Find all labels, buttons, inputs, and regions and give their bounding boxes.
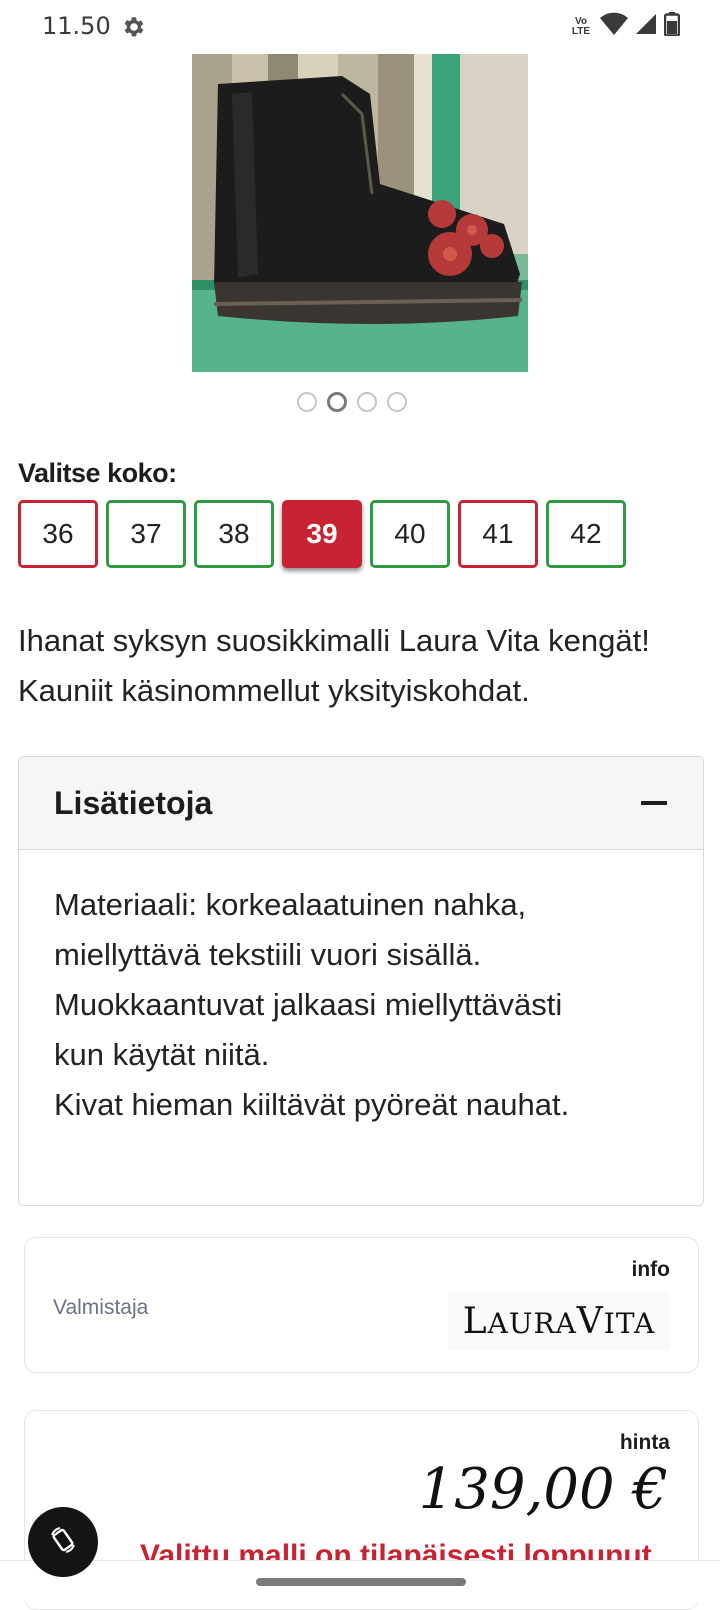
home-gesture-pill[interactable] <box>256 1578 466 1586</box>
details-line: miellyttävä tekstiili vuori sisällä. <box>54 937 482 972</box>
status-bar: 11.50 Vo LTE <box>0 0 720 54</box>
gallery-dot[interactable] <box>297 392 317 412</box>
gallery-dot[interactable] <box>357 392 377 412</box>
signal-icon <box>634 12 658 41</box>
size-option-41[interactable]: 41 <box>458 500 538 568</box>
size-option-38[interactable]: 38 <box>194 500 274 568</box>
volte-top-text: Vo <box>574 15 588 27</box>
size-option-39[interactable]: 39 <box>282 500 362 568</box>
gallery-dot-active[interactable] <box>327 392 347 412</box>
size-option-42[interactable]: 42 <box>546 500 626 568</box>
info-heading: info <box>631 1258 670 1281</box>
wifi-icon <box>600 12 628 41</box>
price-value: 139,00 € <box>418 1457 668 1522</box>
details-line: Kivat hieman kiiltävät pyöreät nauhat. <box>54 1087 570 1122</box>
details-line: kun käytät niitä. <box>54 1037 270 1072</box>
manufacturer-logo[interactable]: LAURAVITA <box>448 1292 670 1350</box>
details-line: Muokkaantuvat jalkaasi miellyttävästi <box>54 987 563 1022</box>
rotate-icon <box>48 1525 78 1560</box>
size-option-36[interactable]: 36 <box>18 500 98 568</box>
collapse-minus-icon[interactable] <box>641 801 667 805</box>
rotate-screen-button[interactable] <box>28 1507 98 1577</box>
manufacturer-card: info Valmistaja LAURAVITA <box>24 1237 699 1373</box>
gear-icon <box>120 14 146 40</box>
product-description: Ihanat syksyn suosikkimalli Laura Vita k… <box>18 616 708 716</box>
price-heading: hinta <box>619 1431 670 1454</box>
details-body: Materiaali: korkealaatuinen nahka, miell… <box>19 850 703 1160</box>
details-accordion: Lisätietoja Materiaali: korkealaatuinen … <box>18 756 704 1206</box>
description-line: Kauniit käsinommellut yksityiskohdat. <box>18 673 530 708</box>
volte-icon: Vo LTE <box>568 15 594 37</box>
details-title: Lisätietoja <box>54 785 213 821</box>
gallery-pagination[interactable] <box>297 392 407 412</box>
size-option-40[interactable]: 40 <box>370 500 450 568</box>
description-line: Ihanat syksyn suosikkimalli Laura Vita k… <box>18 623 650 658</box>
volte-bottom-text: LTE <box>571 25 591 37</box>
product-image[interactable] <box>192 54 528 372</box>
status-time: 11.50 <box>42 12 111 40</box>
gallery-dot[interactable] <box>387 392 407 412</box>
battery-icon <box>663 12 681 41</box>
size-selector-label: Valitse koko: <box>18 458 177 488</box>
size-option-37[interactable]: 37 <box>106 500 186 568</box>
manufacturer-label: Valmistaja <box>53 1296 149 1319</box>
details-line: Materiaali: korkealaatuinen nahka, <box>54 887 527 922</box>
size-selector: 36 37 38 39 40 41 42 <box>18 500 626 568</box>
details-accordion-header[interactable]: Lisätietoja <box>19 757 703 850</box>
